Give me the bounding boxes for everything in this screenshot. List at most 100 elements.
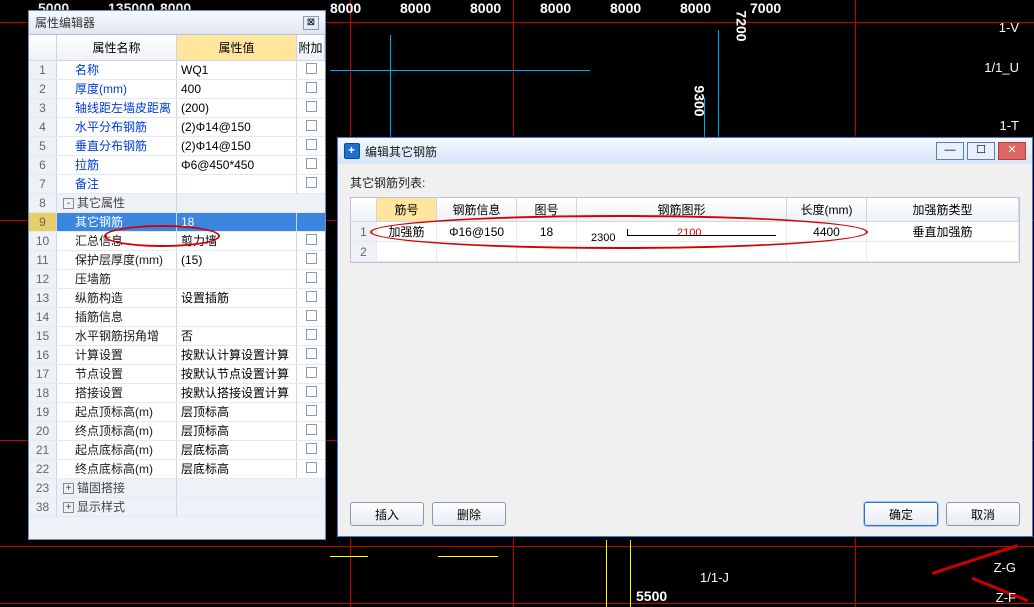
col-length[interactable]: 长度(mm) — [787, 198, 867, 221]
col-rebar-id[interactable]: 筋号 — [377, 198, 437, 221]
close-icon[interactable]: ⊠ — [303, 16, 319, 30]
property-value[interactable] — [177, 175, 297, 193]
property-row[interactable]: 22终点底标高(m)层底标高 — [29, 460, 325, 479]
property-row[interactable]: 17节点设置按默认节点设置计算 — [29, 365, 325, 384]
rebar-info-cell[interactable]: Φ16@150 — [437, 222, 517, 241]
checkbox[interactable] — [306, 405, 317, 416]
checkbox[interactable] — [306, 139, 317, 150]
type-cell[interactable] — [867, 242, 1019, 261]
type-cell[interactable]: 垂直加强筋 — [867, 222, 1019, 241]
rebar-id-cell[interactable]: 加强筋 — [377, 222, 437, 241]
checkbox[interactable] — [306, 82, 317, 93]
checkbox[interactable] — [306, 329, 317, 340]
checkbox[interactable] — [306, 158, 317, 169]
property-row[interactable]: 10汇总信息剪力墙 — [29, 232, 325, 251]
property-row[interactable]: 9其它钢筋18 — [29, 213, 325, 232]
property-value[interactable]: (2)Φ14@150 — [177, 118, 297, 136]
checkbox[interactable] — [306, 310, 317, 321]
checkbox[interactable] — [306, 63, 317, 74]
property-row[interactable]: 15水平钢筋拐角增否 — [29, 327, 325, 346]
col-draw-no[interactable]: 图号 — [517, 198, 577, 221]
property-grid-body[interactable]: 1名称WQ12厚度(mm)4003轴线距左墙皮距离(200)4水平分布钢筋(2)… — [29, 61, 325, 517]
property-row[interactable]: 6拉筋Φ6@450*450 — [29, 156, 325, 175]
checkbox[interactable] — [306, 253, 317, 264]
property-row[interactable]: 21起点底标高(m)层底标高 — [29, 441, 325, 460]
property-value[interactable]: 按默认搭接设置计算 — [177, 384, 297, 402]
property-value[interactable]: 层底标高 — [177, 460, 297, 478]
checkbox[interactable] — [306, 462, 317, 473]
rebar-id-cell[interactable] — [377, 242, 437, 261]
col-rebar-info[interactable]: 钢筋信息 — [437, 198, 517, 221]
checkbox[interactable] — [306, 367, 317, 378]
property-row[interactable]: 16计算设置按默认计算设置计算 — [29, 346, 325, 365]
property-value[interactable]: 按默认计算设置计算 — [177, 346, 297, 364]
checkbox[interactable] — [306, 424, 317, 435]
tree-toggle-icon[interactable]: - — [63, 198, 74, 209]
property-editor-titlebar[interactable]: 属性编辑器 ⊠ — [29, 11, 325, 35]
property-value[interactable] — [177, 270, 297, 288]
close-icon[interactable]: ✕ — [998, 142, 1026, 160]
checkbox[interactable] — [306, 386, 317, 397]
property-row[interactable]: 13纵筋构造设置插筋 — [29, 289, 325, 308]
property-value[interactable]: 剪力墙 — [177, 232, 297, 250]
draw-no-cell[interactable]: 18 — [517, 222, 577, 241]
rebar-info-cell[interactable] — [437, 242, 517, 261]
property-value[interactable]: (15) — [177, 251, 297, 269]
property-value[interactable]: WQ1 — [177, 61, 297, 79]
tree-toggle-icon[interactable]: + — [63, 502, 74, 513]
checkbox[interactable] — [306, 234, 317, 245]
col-value[interactable]: 属性值 — [177, 35, 297, 60]
checkbox[interactable] — [306, 177, 317, 188]
rebar-row[interactable]: 2 — [351, 242, 1019, 262]
property-row[interactable]: 20终点顶标高(m)层顶标高 — [29, 422, 325, 441]
draw-no-cell[interactable] — [517, 242, 577, 261]
property-value[interactable]: 否 — [177, 327, 297, 345]
tree-toggle-icon[interactable]: + — [63, 483, 74, 494]
property-value[interactable] — [177, 308, 297, 326]
length-cell[interactable]: 4400 — [787, 222, 867, 241]
maximize-icon[interactable]: ☐ — [967, 142, 995, 160]
property-value[interactable]: (200) — [177, 99, 297, 117]
rebar-editor-titlebar[interactable]: 编辑其它钢筋 — ☐ ✕ — [338, 138, 1032, 164]
shape-cell[interactable] — [577, 242, 787, 261]
property-value[interactable]: 18 — [177, 213, 297, 231]
rebar-row[interactable]: 1加强筋Φ16@15018230021004400垂直加强筋 — [351, 222, 1019, 242]
property-value[interactable]: 层底标高 — [177, 441, 297, 459]
property-row[interactable]: 23+锚固搭接 — [29, 479, 325, 498]
ok-button[interactable]: 确定 — [864, 502, 938, 526]
property-row[interactable]: 19起点顶标高(m)层顶标高 — [29, 403, 325, 422]
property-row[interactable]: 11保护层厚度(mm)(15) — [29, 251, 325, 270]
checkbox[interactable] — [306, 120, 317, 131]
property-row[interactable]: 1名称WQ1 — [29, 61, 325, 80]
col-type[interactable]: 加强筋类型 — [867, 198, 1019, 221]
property-row[interactable]: 12压墙筋 — [29, 270, 325, 289]
length-cell[interactable] — [787, 242, 867, 261]
property-value[interactable]: 层顶标高 — [177, 403, 297, 421]
checkbox[interactable] — [306, 348, 317, 359]
minimize-icon[interactable]: — — [936, 142, 964, 160]
property-row[interactable]: 5垂直分布钢筋(2)Φ14@150 — [29, 137, 325, 156]
col-extra[interactable]: 附加 — [297, 35, 325, 60]
property-value[interactable]: 层顶标高 — [177, 422, 297, 440]
property-value[interactable]: 400 — [177, 80, 297, 98]
property-row[interactable]: 38+显示样式 — [29, 498, 325, 517]
checkbox[interactable] — [306, 291, 317, 302]
property-value[interactable]: Φ6@450*450 — [177, 156, 297, 174]
property-row[interactable]: 8-其它属性 — [29, 194, 325, 213]
checkbox[interactable] — [306, 443, 317, 454]
delete-button[interactable]: 删除 — [432, 502, 506, 526]
property-row[interactable]: 2厚度(mm)400 — [29, 80, 325, 99]
property-row[interactable]: 4水平分布钢筋(2)Φ14@150 — [29, 118, 325, 137]
property-value[interactable]: 设置插筋 — [177, 289, 297, 307]
shape-cell[interactable]: 23002100 — [577, 222, 787, 241]
col-shape[interactable]: 钢筋图形 — [577, 198, 787, 221]
checkbox[interactable] — [306, 101, 317, 112]
property-value[interactable]: (2)Φ14@150 — [177, 137, 297, 155]
property-row[interactable]: 3轴线距左墙皮距离(200) — [29, 99, 325, 118]
checkbox[interactable] — [306, 272, 317, 283]
cancel-button[interactable]: 取消 — [946, 502, 1020, 526]
property-row[interactable]: 18搭接设置按默认搭接设置计算 — [29, 384, 325, 403]
col-name[interactable]: 属性名称 — [57, 35, 177, 60]
property-value[interactable]: 按默认节点设置计算 — [177, 365, 297, 383]
property-row[interactable]: 7备注 — [29, 175, 325, 194]
